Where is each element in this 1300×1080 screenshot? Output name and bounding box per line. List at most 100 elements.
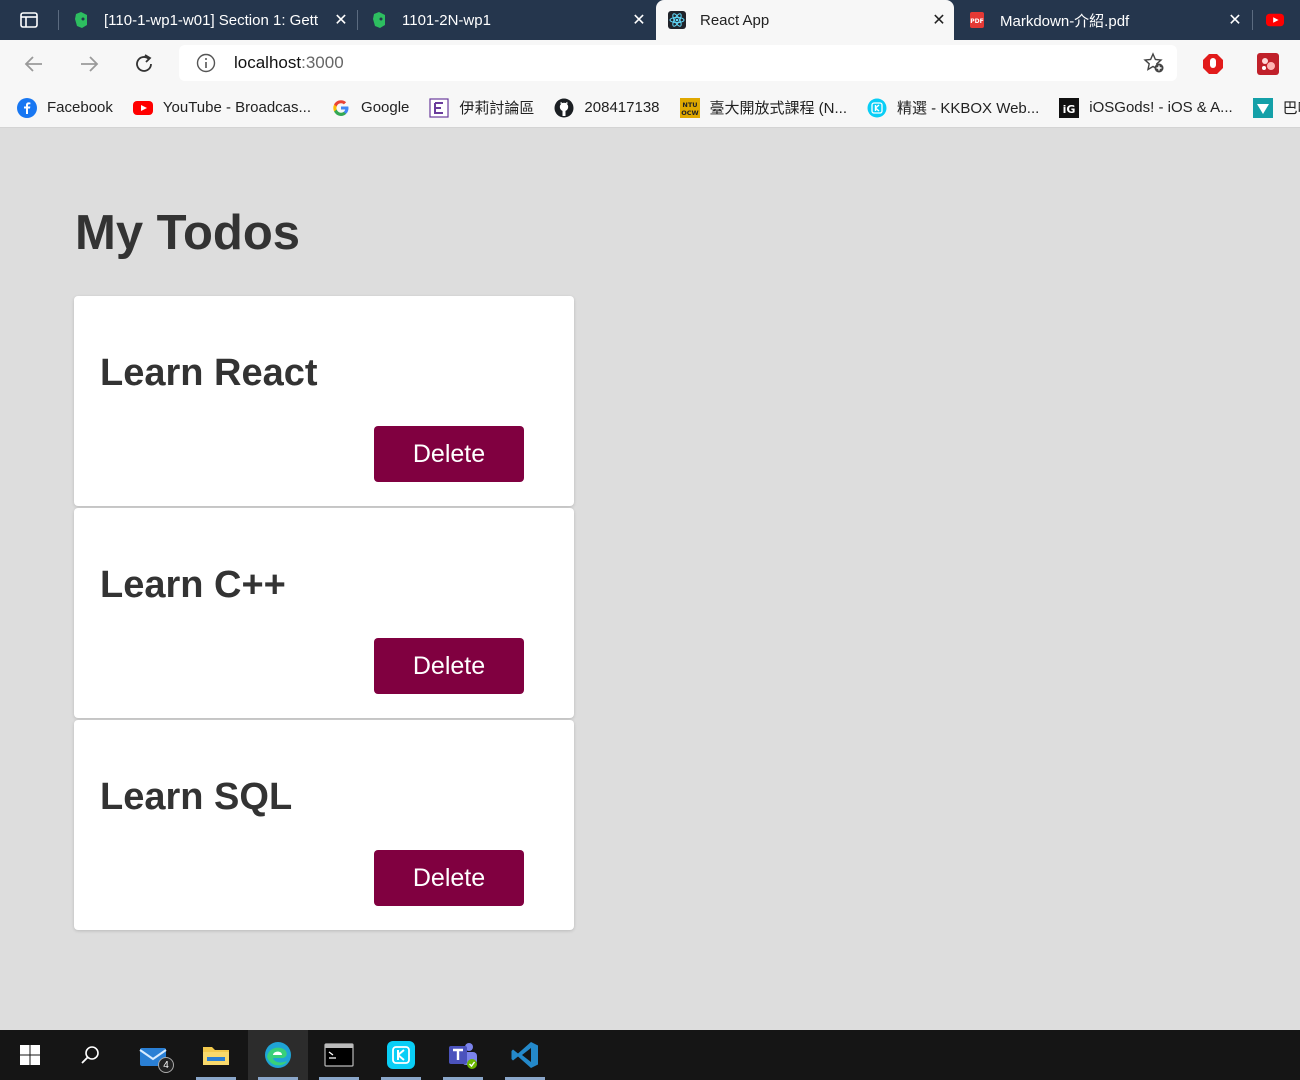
bookmark-iosgods[interactable]: iG iOSGods! - iOS & A...: [1059, 97, 1233, 118]
bookmark-ntu-ocw[interactable]: NTU OCW 臺大開放式課程 (N...: [679, 97, 848, 118]
refresh-button[interactable]: [126, 46, 162, 82]
facebook-icon: [17, 97, 37, 118]
tab-actions-icon: [20, 12, 38, 28]
todo-card: Learn SQL Delete: [74, 720, 574, 930]
youtube-icon: [132, 98, 153, 118]
tab-section1[interactable]: [110-1-wp1-w01] Section 1: Gett ✕: [60, 0, 356, 40]
bookmark-label: Google: [361, 99, 410, 116]
extension-icon: [1257, 53, 1279, 75]
edge-browser-button[interactable]: [248, 1030, 308, 1080]
tab-title: Markdown-介紹.pdf: [1000, 12, 1130, 30]
search-button[interactable]: [60, 1030, 120, 1080]
address-bar[interactable]: localhost:3000: [179, 45, 1177, 81]
evernote-icon: [370, 11, 388, 29]
tab-youtube[interactable]: [1254, 0, 1300, 40]
tab-title: React App: [700, 11, 770, 29]
github-icon: [554, 98, 574, 118]
svg-text:iG: iG: [1063, 103, 1076, 116]
tab-title: [110-1-wp1-w01] Section 1: Gett: [104, 11, 318, 29]
react-icon: [668, 11, 686, 29]
arrow-left-icon: [24, 56, 42, 72]
browser-toolbar: localhost:3000: [0, 40, 1300, 88]
tab-title: 1101-2N-wp1: [402, 11, 491, 29]
svg-text:PDF: PDF: [970, 18, 983, 25]
teams-button[interactable]: [433, 1030, 493, 1080]
bookmark-label: YouTube - Broadcas...: [162, 99, 312, 116]
svg-text:OCW: OCW: [681, 109, 698, 117]
add-favorite-icon[interactable]: [1143, 52, 1165, 74]
forward-button[interactable]: [71, 46, 107, 82]
back-button[interactable]: [16, 46, 52, 82]
delete-button[interactable]: Delete: [374, 850, 524, 906]
edge-icon: [265, 1042, 291, 1068]
bookmark-label: 208417138: [584, 99, 660, 116]
tab-strip: [110-1-wp1-w01] Section 1: Gett ✕ 1101-2…: [0, 0, 1300, 40]
delete-button[interactable]: Delete: [374, 638, 524, 694]
kkbox-icon: [867, 98, 887, 118]
todo-card: Learn C++ Delete: [74, 508, 574, 718]
youtube-icon: [1266, 11, 1284, 29]
close-tab-icon[interactable]: ✕: [624, 5, 654, 35]
ntu-ocw-icon: NTU OCW: [679, 97, 700, 118]
mail-app-button[interactable]: 4: [124, 1030, 184, 1080]
refresh-icon: [136, 54, 152, 72]
terminal-button[interactable]: [309, 1030, 369, 1080]
start-button[interactable]: [0, 1030, 60, 1080]
bookmark-eyny[interactable]: 伊莉討論區: [429, 97, 534, 118]
eyny-icon: [429, 97, 450, 118]
adblock-icon: [1203, 54, 1223, 74]
close-tab-icon[interactable]: ✕: [924, 5, 954, 35]
bookmark-bahamut[interactable]: 巴哈姆特: [1252, 97, 1300, 118]
extension-button[interactable]: [1256, 52, 1280, 76]
close-tab-icon[interactable]: ✕: [326, 5, 356, 35]
url-text: localhost:3000: [234, 53, 344, 72]
bookmark-github[interactable]: 208417138: [554, 98, 660, 118]
iosgods-icon: iG: [1059, 97, 1080, 118]
tab-actions-button[interactable]: [0, 0, 58, 40]
evernote-icon: [72, 11, 90, 29]
kkbox-icon: [387, 1041, 415, 1069]
bookmark-label: 精選 - KKBOX Web...: [897, 100, 1040, 117]
file-explorer-button[interactable]: [186, 1030, 246, 1080]
bookmark-label: iOSGods! - iOS & A...: [1089, 99, 1233, 116]
bookmark-google[interactable]: Google: [331, 98, 409, 118]
bookmark-kkbox[interactable]: 精選 - KKBOX Web...: [867, 97, 1039, 118]
tab-separator: [58, 10, 59, 30]
vscode-button[interactable]: [495, 1030, 555, 1080]
bookmark-label: Facebook: [47, 99, 113, 116]
bookmark-facebook[interactable]: Facebook: [17, 97, 113, 118]
mail-badge: 4: [158, 1057, 174, 1073]
adblock-extension-button[interactable]: [1201, 52, 1225, 76]
terminal-icon: [324, 1043, 354, 1067]
arrow-right-icon: [81, 56, 99, 72]
windows-icon: [20, 1045, 40, 1065]
bookmark-label: 伊莉討論區: [459, 100, 535, 117]
todo-text: Learn React: [100, 352, 318, 394]
tab-markdown-pdf[interactable]: PDF Markdown-介紹.pdf ✕: [956, 0, 1250, 40]
svg-text:NTU: NTU: [682, 101, 697, 109]
todo-card: Learn React Delete: [74, 296, 574, 506]
bahamut-icon: [1252, 97, 1273, 118]
bookmark-youtube[interactable]: YouTube - Broadcas...: [132, 98, 312, 118]
tab-1101-2n-wp1[interactable]: 1101-2N-wp1 ✕: [358, 0, 654, 40]
folder-icon: [203, 1047, 229, 1065]
bookmark-label: 巴哈姆特: [1282, 100, 1300, 117]
page-viewport: My Todos Learn React Delete Learn C++ De…: [0, 129, 1300, 1030]
teams-icon: [449, 1043, 477, 1069]
close-tab-icon[interactable]: ✕: [1220, 5, 1250, 35]
bookmarks-bar: Facebook YouTube - Broadcas... Google 伊莉…: [0, 88, 1300, 128]
bookmark-label: 臺大開放式課程 (N...: [709, 100, 848, 117]
taskbar: 4: [0, 1030, 1300, 1080]
kkbox-app-button[interactable]: [371, 1030, 431, 1080]
delete-button[interactable]: Delete: [374, 426, 524, 482]
vscode-icon: [511, 1042, 538, 1068]
info-icon[interactable]: [196, 53, 216, 73]
tab-react-app[interactable]: React App ✕: [656, 0, 954, 40]
todo-text: Learn SQL: [100, 776, 293, 818]
tab-separator: [1252, 10, 1253, 30]
page-title: My Todos: [75, 206, 301, 260]
search-icon: [81, 1046, 99, 1064]
pdf-icon: PDF: [968, 11, 986, 29]
google-icon: [331, 98, 351, 118]
todo-text: Learn C++: [100, 564, 286, 606]
